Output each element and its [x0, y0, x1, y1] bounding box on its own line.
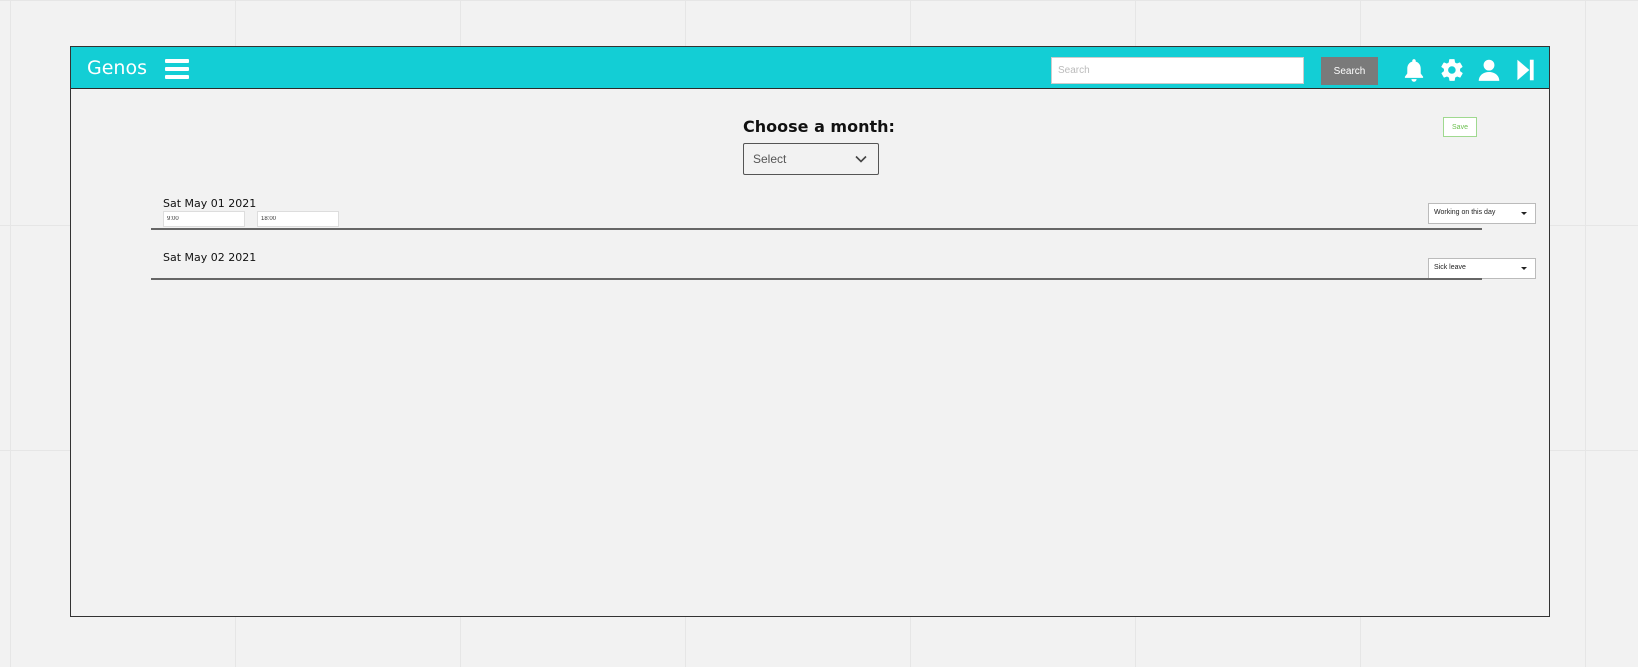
day-status-value: Sick leave [1434, 264, 1466, 271]
app-window: Genos Search Save Choose a month: Select [70, 46, 1550, 617]
month-select[interactable]: Select [743, 143, 879, 175]
user-icon[interactable] [1476, 57, 1502, 83]
month-chooser-title: Choose a month: [743, 117, 895, 136]
row-divider [151, 228, 1482, 230]
search-input[interactable] [1051, 57, 1304, 84]
gear-icon[interactable] [1439, 57, 1465, 83]
chevron-down-icon [855, 155, 867, 163]
caret-down-icon [1521, 212, 1527, 215]
day-status-value: Working on this day [1434, 209, 1496, 216]
month-select-value: Select [753, 152, 787, 166]
day-status-select[interactable]: Sick leave [1428, 258, 1536, 279]
save-button[interactable]: Save [1443, 117, 1477, 137]
day-date: Sat May 01 2021 [163, 197, 257, 210]
menu-icon[interactable] [165, 59, 189, 79]
day-status-select[interactable]: Working on this day [1428, 203, 1536, 224]
app-logo[interactable]: Genos [87, 57, 147, 79]
bell-icon[interactable] [1401, 57, 1427, 83]
row-divider [151, 278, 1482, 280]
logout-icon[interactable] [1512, 57, 1538, 83]
end-time-input[interactable] [257, 211, 339, 227]
caret-down-icon [1521, 267, 1527, 270]
day-date: Sat May 02 2021 [163, 251, 257, 264]
start-time-input[interactable] [163, 211, 245, 227]
day-row: Sat May 01 2021 Working on this day [151, 197, 1536, 232]
day-row: Sat May 02 2021 Sick leave [151, 251, 1536, 281]
top-navigation-bar: Genos Search [71, 47, 1549, 89]
search-button[interactable]: Search [1321, 57, 1378, 85]
